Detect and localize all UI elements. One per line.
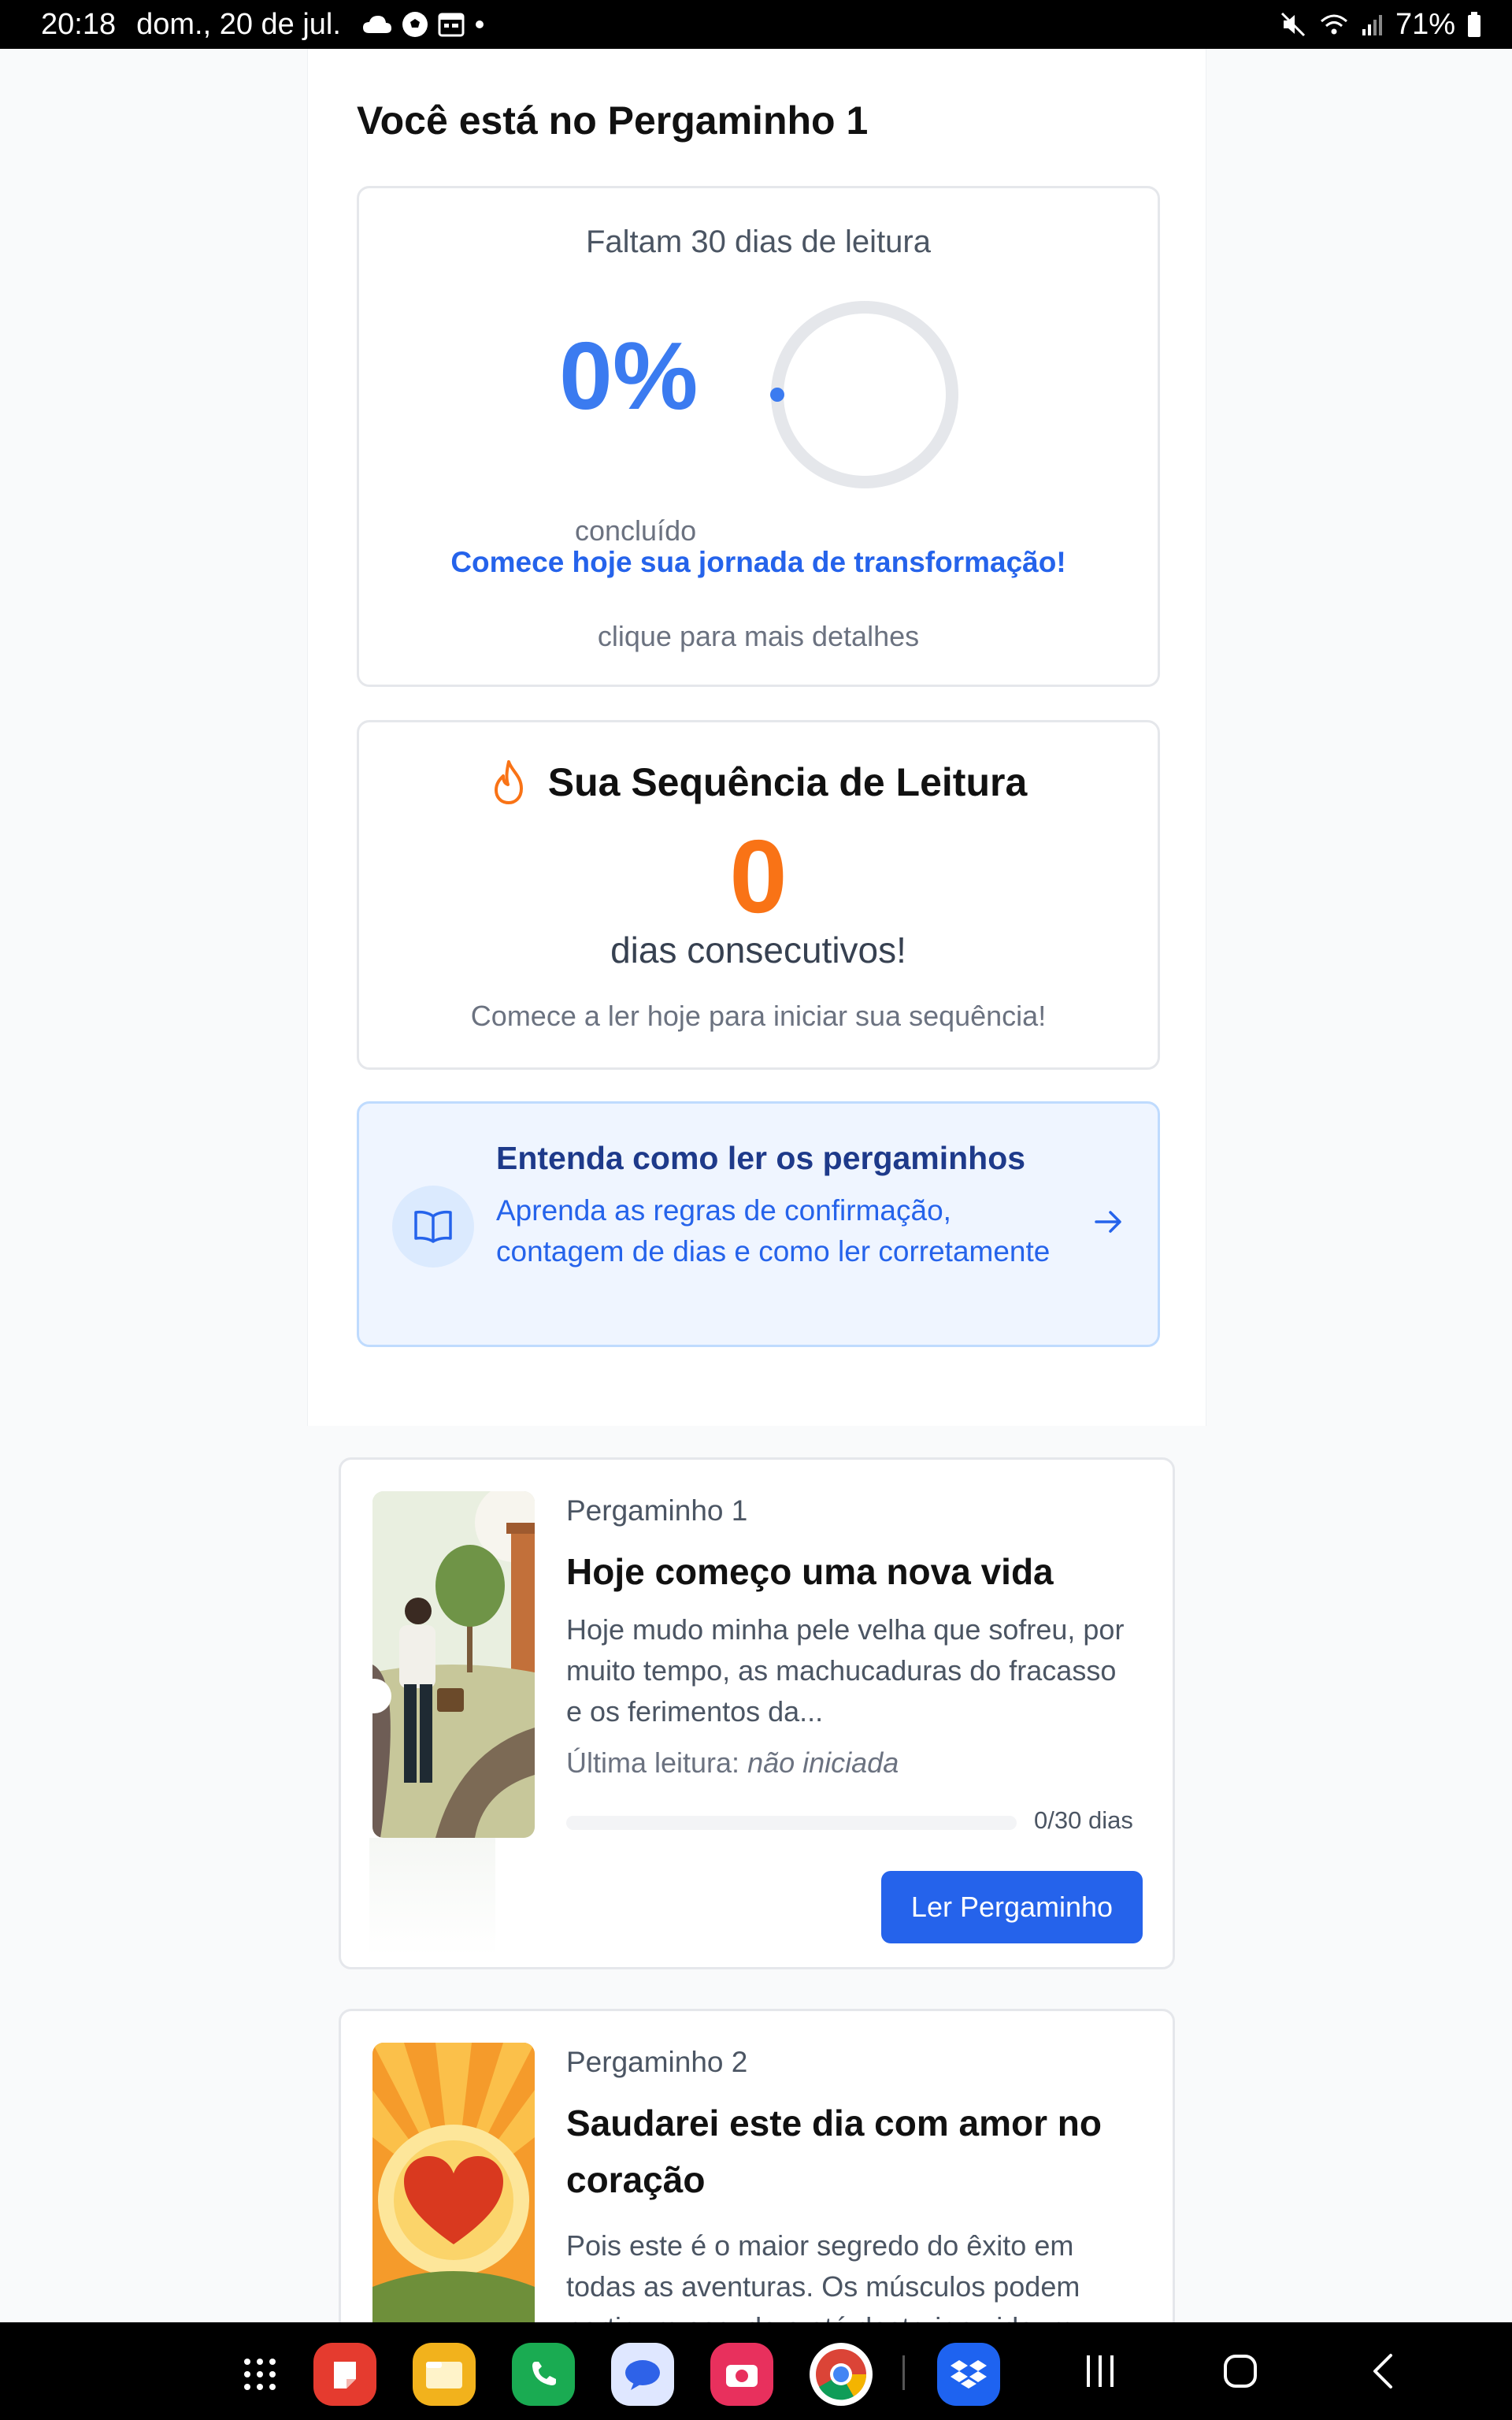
calendar-icon: [438, 13, 465, 37]
streak-subtitle: dias consecutivos!: [610, 930, 906, 971]
scroll-2-excerpt: Pois este é o maior segredo do êxito em …: [566, 2229, 1097, 2322]
progress-cta[interactable]: Comece hoje sua jornada de transformação…: [359, 546, 1158, 579]
messages-app-icon[interactable]: [611, 2343, 674, 2406]
home-button[interactable]: [1221, 2351, 1260, 2392]
streak-card: Sua Sequência de Leitura 0 dias consecut…: [357, 720, 1160, 1070]
battery-icon: [1468, 12, 1480, 37]
wifi-icon: [1320, 14, 1347, 35]
cloud-icon: [362, 16, 391, 33]
progress-card[interactable]: Faltam 30 dias de leitura 0% concluído C…: [357, 186, 1160, 687]
scroll-1-last-read: Última leitura: não iniciada: [566, 1746, 899, 1780]
status-date: dom., 20 de jul.: [136, 7, 341, 41]
scroll-1-number: Pergaminho 1: [566, 1494, 748, 1527]
scroll-2-number: Pergaminho 2: [566, 2046, 748, 2078]
status-bar: 20:18 dom., 20 de jul. 71%: [0, 0, 1512, 49]
scroll-1-days-progress: [566, 1816, 1017, 1830]
files-app-icon[interactable]: [413, 2343, 476, 2406]
streak-count: 0: [729, 818, 788, 934]
back-button[interactable]: [1367, 2351, 1399, 2392]
app-page: Você está no Pergaminho 1 Faltam 30 dias…: [0, 49, 1512, 2322]
mute-icon: [1280, 12, 1305, 37]
scroll-1-thumbnail: [372, 1491, 535, 1838]
book-open-icon: [414, 1210, 452, 1243]
phone-app-icon[interactable]: [512, 2343, 575, 2406]
scroll-1-excerpt: Hoje mudo minha pele velha que sofreu, p…: [566, 1613, 1125, 1728]
recents-button[interactable]: [1080, 2351, 1120, 2392]
page-title: Você está no Pergaminho 1: [357, 98, 869, 143]
last-read-value: não iniciada: [747, 1746, 899, 1779]
progress-ring: [770, 301, 958, 488]
chrome-app-icon[interactable]: [810, 2343, 873, 2406]
guide-description: Aprenda as regras de confirmação, contag…: [496, 1194, 1051, 1268]
status-time: 20:18: [41, 7, 117, 41]
guide-icon-container: [392, 1186, 474, 1268]
scroll-2-thumbnail: [372, 2043, 535, 2322]
progress-percent: 0%: [559, 322, 699, 429]
navigation-bar: [0, 2322, 1512, 2420]
last-read-label: Última leitura:: [566, 1746, 740, 1779]
scroll-1-days-label: 0/30 dias: [1034, 1806, 1133, 1834]
dot-icon: [475, 20, 484, 28]
signal-icon: [1362, 15, 1382, 35]
scroll-card-1[interactable]: Pergaminho 1 Hoje começo uma nova vida H…: [339, 1457, 1175, 1969]
current-scroll-section: Você está no Pergaminho 1 Faltam 30 dias…: [307, 49, 1206, 1426]
arrow-right-icon[interactable]: [1091, 1204, 1126, 1239]
thumb-shadow: [369, 1838, 495, 1956]
battery-percent: 71%: [1395, 7, 1455, 41]
guide-title: Entenda como ler os pergaminhos: [496, 1140, 1026, 1176]
dropbox-app-icon[interactable]: [937, 2343, 1000, 2406]
apps-grid-icon[interactable]: [228, 2343, 291, 2406]
scroll-1-title: Hoje começo uma nova vida: [566, 1551, 1054, 1592]
scroll-card-2[interactable]: Pergaminho 2 Saudarei este dia com amor …: [339, 2009, 1175, 2322]
read-scroll-button[interactable]: Ler Pergaminho: [881, 1871, 1143, 1943]
streak-title: Sua Sequência de Leitura: [547, 760, 1028, 804]
scroll-2-title: Saudarei este dia com amor no coração: [566, 2103, 1102, 2200]
flame-icon: [494, 760, 523, 804]
progress-done-label: concluído: [575, 514, 697, 547]
streak-hint: Comece a ler hoje para iniciar sua sequê…: [470, 1000, 1047, 1032]
soccer-ball-icon: [402, 12, 428, 37]
reading-guide-card[interactable]: Entenda como ler os pergaminhos Aprenda …: [357, 1101, 1160, 1347]
days-remaining-text: Faltam 30 dias de leitura: [585, 225, 931, 259]
progress-details-hint: clique para mais detalhes: [597, 620, 920, 652]
progress-ring-start-dot: [770, 388, 784, 402]
camera-app-icon[interactable]: [710, 2343, 773, 2406]
nav-divider: [902, 2355, 905, 2390]
notes-app-icon[interactable]: [313, 2343, 376, 2406]
